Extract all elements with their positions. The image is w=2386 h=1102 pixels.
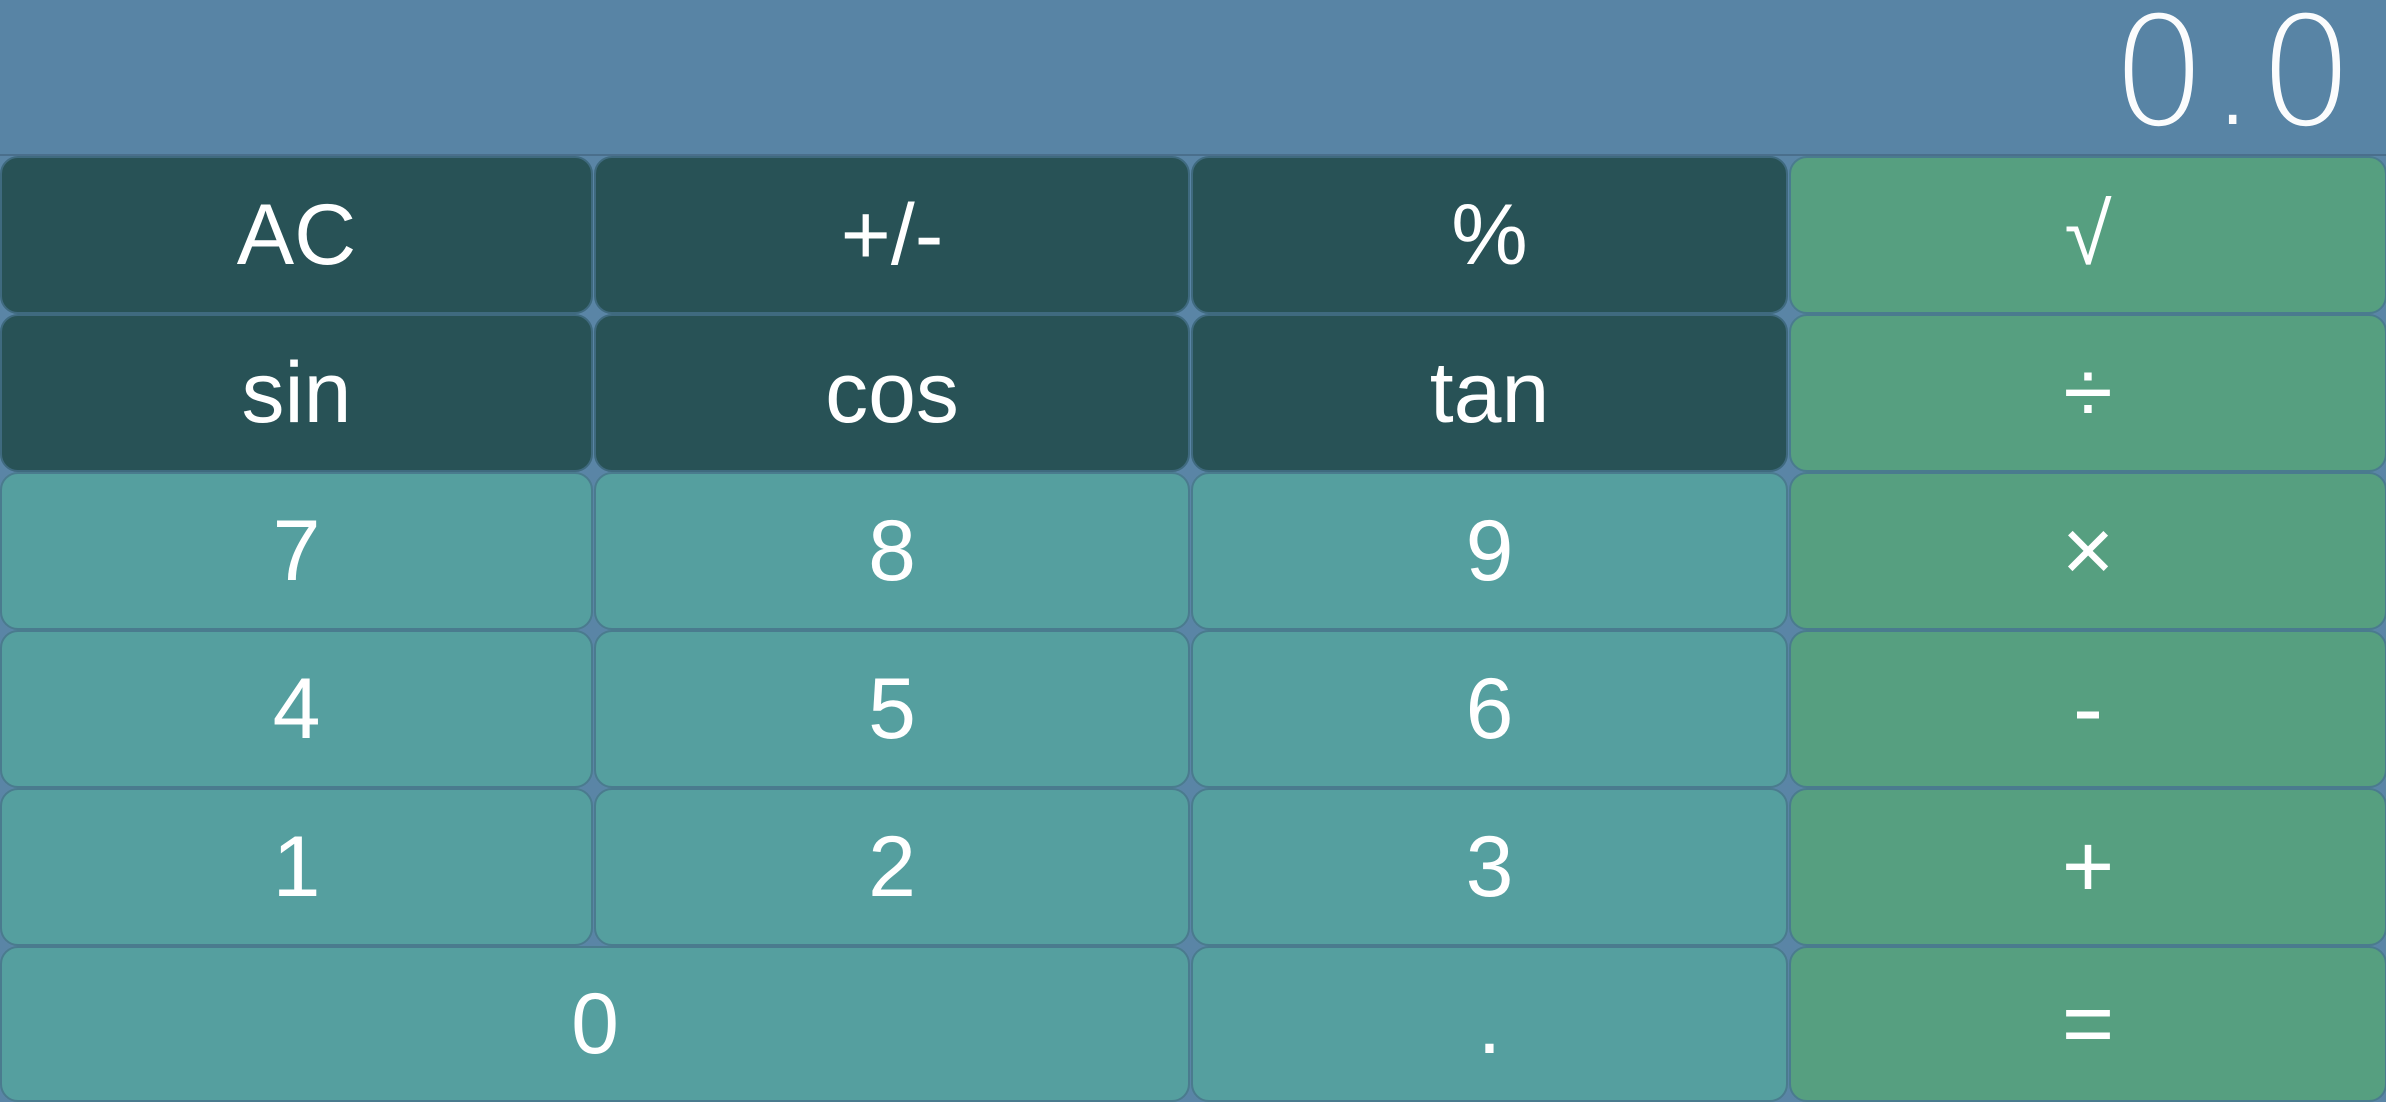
square-root-button[interactable]: √	[1789, 156, 2386, 314]
digit-2-button[interactable]: 2	[594, 788, 1190, 946]
divide-button[interactable]: ÷	[1789, 314, 2386, 472]
digit-3-button[interactable]: 3	[1191, 788, 1788, 946]
multiply-label: ×	[2061, 501, 2115, 601]
decimal-button[interactable]: .	[1191, 946, 1788, 1102]
subtract-button[interactable]: -	[1789, 630, 2386, 788]
digit-1-label: 1	[272, 819, 321, 915]
digit-6-label: 6	[1465, 661, 1514, 757]
equals-button[interactable]: =	[1789, 946, 2386, 1102]
decimal-label: .	[1477, 976, 1502, 1072]
digit-8-label: 8	[868, 503, 916, 599]
digit-8-button[interactable]: 8	[594, 472, 1190, 630]
add-button[interactable]: +	[1789, 788, 2386, 946]
digit-2-label: 2	[868, 819, 916, 915]
plus-minus-label: +/-	[840, 187, 944, 283]
cos-button[interactable]: cos	[594, 314, 1190, 472]
add-label: +	[2061, 817, 2115, 917]
square-root-label: √	[2064, 187, 2112, 283]
equals-label: =	[2061, 974, 2115, 1074]
digit-1-button[interactable]: 1	[0, 788, 593, 946]
subtract-label: -	[2073, 659, 2103, 759]
multiply-button[interactable]: ×	[1789, 472, 2386, 630]
all-clear-label: AC	[236, 187, 357, 283]
divide-label: ÷	[2063, 343, 2113, 443]
percent-button[interactable]: %	[1191, 156, 1788, 314]
calculator-app: 0.0 AC +/- % √ sin cos tan ÷ 7 8 9 × 4 5…	[0, 0, 2386, 1102]
plus-minus-button[interactable]: +/-	[594, 156, 1190, 314]
digit-4-button[interactable]: 4	[0, 630, 593, 788]
digit-5-label: 5	[868, 661, 916, 757]
tan-label: tan	[1429, 345, 1550, 441]
sin-label: sin	[241, 345, 352, 441]
display-panel: 0.0	[0, 0, 2386, 156]
sin-button[interactable]: sin	[0, 314, 593, 472]
digit-6-button[interactable]: 6	[1191, 630, 1788, 788]
digit-0-label: 0	[571, 976, 619, 1072]
digit-3-label: 3	[1465, 819, 1514, 915]
digit-0-button[interactable]: 0	[0, 946, 1190, 1102]
digit-5-button[interactable]: 5	[594, 630, 1190, 788]
digit-7-button[interactable]: 7	[0, 472, 593, 630]
percent-label: %	[1451, 187, 1528, 283]
digit-9-button[interactable]: 9	[1191, 472, 1788, 630]
digit-4-label: 4	[272, 661, 321, 757]
display-value: 0.0	[2111, 0, 2356, 160]
tan-button[interactable]: tan	[1191, 314, 1788, 472]
digit-9-label: 9	[1465, 503, 1514, 599]
keypad: AC +/- % √ sin cos tan ÷ 7 8 9 × 4 5 6 -…	[0, 156, 2386, 1102]
digit-7-label: 7	[272, 503, 321, 599]
all-clear-button[interactable]: AC	[0, 156, 593, 314]
cos-label: cos	[825, 345, 959, 441]
